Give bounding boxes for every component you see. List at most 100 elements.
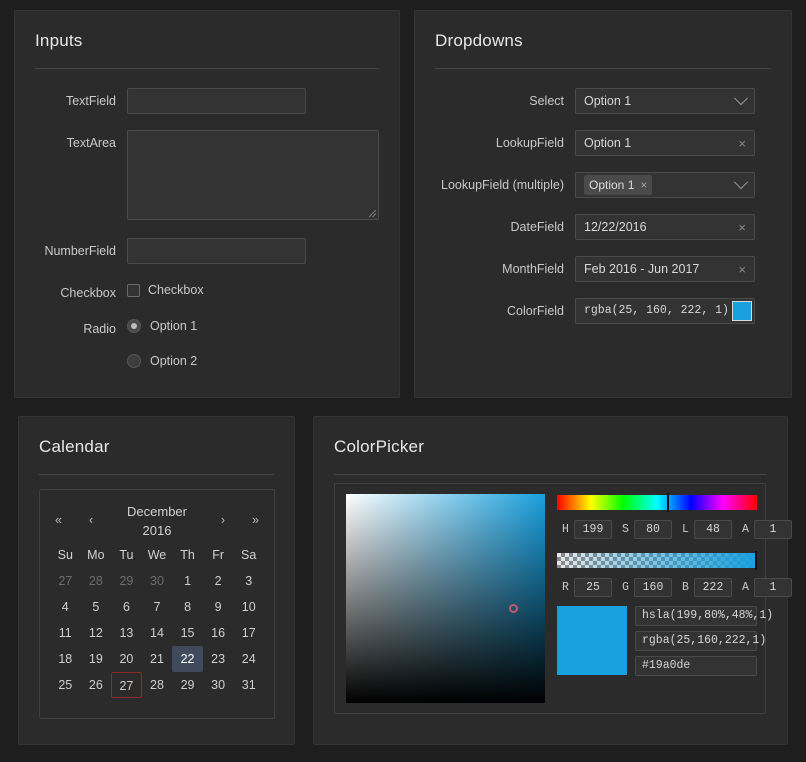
calendar-day[interactable]: 6 [111,594,142,620]
calendar-day[interactable]: 23 [203,646,234,672]
calendar-day[interactable]: 15 [172,620,203,646]
chevron-down-icon[interactable] [733,175,749,190]
calendar-day[interactable]: 24 [233,646,264,672]
saturation-label: S [622,523,629,536]
saturation-value-area[interactable] [346,494,545,703]
red-input[interactable]: 25 [574,578,612,597]
alpha-input[interactable]: 1 [754,520,792,539]
label-checkbox: Checkbox [60,286,116,300]
checkbox-box-icon[interactable] [127,283,140,297]
calendar-day[interactable]: 30 [142,568,173,594]
calendar-day[interactable]: 28 [142,672,173,698]
calendar-dow-th: Th [180,548,195,562]
row-numberfield: NumberField [15,238,379,264]
page-root: Inputs TextField TextArea NumberField Ch… [0,0,806,762]
textfield-input[interactable] [127,88,306,114]
calendar-day[interactable]: 26 [81,672,112,698]
alpha-slider-thumb[interactable] [755,551,757,570]
radio-option-2[interactable]: Option 2 [127,351,197,368]
calendar-day[interactable]: 13 [111,620,142,646]
calendar-day[interactable]: 29 [111,568,142,594]
colorfield-input[interactable]: rgba(25, 160, 222, 1) [575,298,755,324]
radio-circle-icon[interactable] [127,319,141,333]
clear-icon[interactable]: × [738,137,746,150]
blue-input[interactable]: 222 [694,578,732,597]
calendar-day[interactable]: 2 [203,568,234,594]
red-label: R [562,581,569,594]
calendar-day[interactable]: 25 [50,672,81,698]
radio-group: Option 1 Option 2 [127,316,197,368]
label-select: Select [529,94,564,108]
calendar-day[interactable]: 27 [50,568,81,594]
calendar-day[interactable]: 11 [50,620,81,646]
calendar-day[interactable]: 29 [172,672,203,698]
lookupfield-input[interactable]: Option 1 × [575,130,755,156]
calendar-day[interactable]: 3 [233,568,264,594]
calendar-day[interactable]: 12 [81,620,112,646]
monthfield-input[interactable]: Feb 2016 - Jun 2017 × [575,256,755,282]
clear-icon[interactable]: × [738,263,746,276]
tag-option-1[interactable]: Option 1 × [584,173,653,197]
monthfield-value: Feb 2016 - Jun 2017 [584,262,700,276]
hue-input[interactable]: 199 [574,520,612,539]
hue-slider[interactable] [557,493,757,512]
calendar-day[interactable]: 18 [50,646,81,672]
row-lookupfield: LookupField Option 1 × [415,130,771,156]
calendar-day[interactable]: 8 [172,594,203,620]
alpha2-input[interactable]: 1 [754,578,792,597]
hex-input[interactable]: #19a0de [635,656,757,676]
calendar-dow-row: Su Mo Tu We Th Fr Sa [50,542,264,568]
calendar-day[interactable]: 16 [203,620,234,646]
panel-inputs: Inputs TextField TextArea NumberField Ch… [14,10,400,398]
numberfield-input[interactable] [127,238,306,264]
row-datefield: DateField 12/22/2016 × [415,214,771,240]
calendar-day[interactable]: 4 [50,594,81,620]
radio-option-1[interactable]: Option 1 [127,316,197,333]
rgba-input[interactable]: rgba(25,160,222,1) [635,631,766,651]
sv-marker-icon[interactable] [509,604,518,613]
lookupfield-multiple-input[interactable]: Option 1 × [575,172,755,198]
alpha-slider[interactable] [557,551,757,570]
select-dropdown[interactable]: Option 1 [575,88,755,114]
calendar-day[interactable]: 5 [81,594,112,620]
calendar-day[interactable]: 19 [81,646,112,672]
color-swatch[interactable] [732,301,752,321]
calendar-day[interactable]: 21 [142,646,173,672]
tag-remove-icon[interactable]: × [640,173,647,197]
calendar-day[interactable]: 1 [172,568,203,594]
alpha-label: A [742,523,749,536]
hsla-input[interactable]: hsla(199,80%,48%,1) [635,606,773,626]
calendar-day[interactable]: 27 [111,672,142,698]
lightness-input[interactable]: 48 [694,520,732,539]
calendar-day[interactable]: 31 [233,672,264,698]
calendar-day[interactable]: 22 [172,646,203,672]
chevron-down-icon[interactable] [733,91,749,106]
label-textarea: TextArea [66,136,116,150]
calendar-day[interactable]: 28 [81,568,112,594]
panel-dropdowns: Dropdowns Select Option 1 LookupField Op… [414,10,792,398]
saturation-input[interactable]: 80 [634,520,672,539]
checkbox-control[interactable]: Checkbox [127,280,204,297]
label-radio: Radio [83,322,116,336]
calendar-next-month-button[interactable]: › [221,513,225,527]
radio-circle-icon[interactable] [127,354,141,368]
row-colorfield: ColorField rgba(25, 160, 222, 1) [415,298,771,324]
colorpicker-widget[interactable]: H 199 S 80 L 48 A 1 R 25 G 160 B 222 A 1… [334,483,792,714]
calendar-day[interactable]: 30 [203,672,234,698]
datefield-input[interactable]: 12/22/2016 × [575,214,755,240]
calendar-widget[interactable]: « ‹ December 2016 › » Su Mo Tu We Th Fr Sa 27 2… [39,489,275,719]
calendar-day[interactable]: 10 [233,594,264,620]
calendar-day[interactable]: 9 [203,594,234,620]
calendar-day[interactable]: 7 [142,594,173,620]
calendar-day[interactable]: 14 [142,620,173,646]
clear-icon[interactable]: × [738,221,746,234]
calendar-days-grid[interactable]: 27 28 29 30 1 2 3 4 5 6 7 8 9 10 11 12 13 14 15 16 17 18 19 20 2… [50,568,264,698]
calendar-day[interactable]: 17 [233,620,264,646]
calendar-day[interactable]: 20 [111,646,142,672]
label-colorfield: ColorField [507,304,564,318]
green-input[interactable]: 160 [634,578,672,597]
hue-slider-thumb[interactable] [667,493,669,512]
calendar-dow-mo: Mo [87,548,105,562]
textarea-input[interactable] [127,130,379,220]
calendar-next-year-button[interactable]: » [252,513,259,527]
